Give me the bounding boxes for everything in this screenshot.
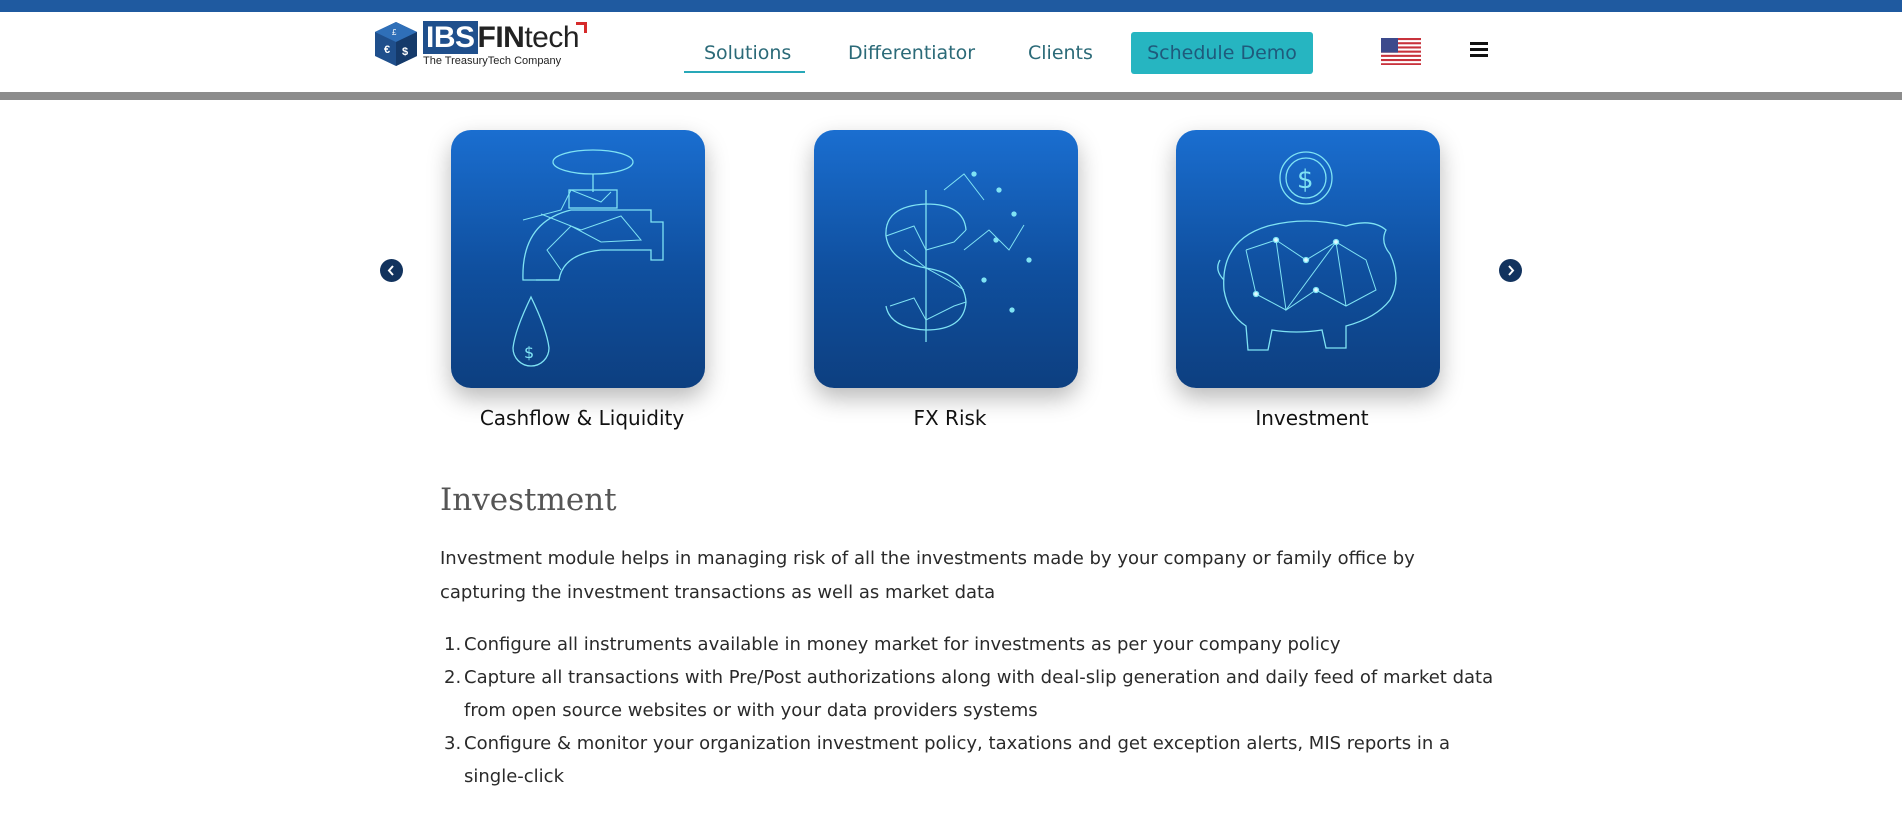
logo-bold: FIN (477, 21, 525, 54)
card-investment[interactable]: $ (1176, 130, 1440, 388)
card-label-cashflow: Cashflow & Liquidity (479, 406, 685, 430)
faucet-icon: $ (512, 149, 664, 367)
list-item-number: 1. (444, 634, 462, 655)
carousel-next-button[interactable] (1499, 259, 1522, 282)
svg-text:€: € (384, 44, 390, 56)
card-cashflow-liquidity[interactable]: $ (451, 130, 705, 388)
schedule-demo-button[interactable]: Schedule Demo (1131, 32, 1313, 74)
ibsfintech-logo[interactable]: € $ £ IBS FINtech The TreasuryTech Compan… (373, 20, 587, 70)
logo-tagline: The TreasuryTech Company (423, 55, 562, 67)
card-fx-risk[interactable] (814, 130, 1078, 388)
svg-text:$: $ (1297, 165, 1314, 195)
logo-wordmark: IBS FINtech (423, 21, 580, 54)
list-item-text: Configure all instruments available in m… (464, 634, 1341, 655)
list-item: 2. Capture all transactions with Pre/Post… (440, 661, 1500, 727)
logo-suffix: tech (524, 21, 580, 54)
hamburger-menu-icon[interactable] (1470, 42, 1488, 58)
chevron-left-icon (387, 265, 394, 276)
card-label-fx-risk: FX Risk (913, 406, 987, 430)
svg-text:$: $ (402, 46, 408, 58)
card-label-investment: Investment (1255, 406, 1369, 430)
section-title: Investment (440, 482, 617, 518)
nav-differentiator[interactable]: Differentiator (848, 38, 975, 68)
section-intro: Investment module helps in managing risk… (440, 548, 1415, 603)
logo-prefix: IBS (423, 21, 478, 54)
dollar-sign-icon (885, 171, 1032, 342)
nav-solutions[interactable]: Solutions (704, 38, 791, 68)
feature-list: 1. Configure all instruments available in… (440, 628, 1500, 793)
piggy-bank-icon: $ (1217, 151, 1397, 351)
list-item-number: 3. (444, 733, 462, 754)
logo-corner-mark (576, 22, 587, 33)
logo-cube-icon: € $ £ (375, 22, 417, 66)
svg-text:$: $ (524, 343, 534, 362)
nav-active-indicator (684, 71, 805, 73)
svg-text:£: £ (392, 28, 397, 37)
nav-clients[interactable]: Clients (1028, 38, 1093, 68)
carousel-prev-button[interactable] (380, 259, 403, 282)
top-accent-strip (0, 0, 1902, 12)
list-item-text: Configure & monitor your organization in… (464, 733, 1451, 787)
list-item: 3. Configure & monitor your organization … (440, 727, 1500, 793)
us-flag-icon[interactable] (1381, 38, 1421, 65)
header-divider (0, 92, 1902, 100)
list-item-text: Capture all transactions with Pre/Post a… (464, 667, 1494, 721)
list-item-number: 2. (444, 667, 462, 688)
chevron-right-icon (1508, 265, 1515, 276)
list-item: 1. Configure all instruments available in… (440, 628, 1500, 661)
